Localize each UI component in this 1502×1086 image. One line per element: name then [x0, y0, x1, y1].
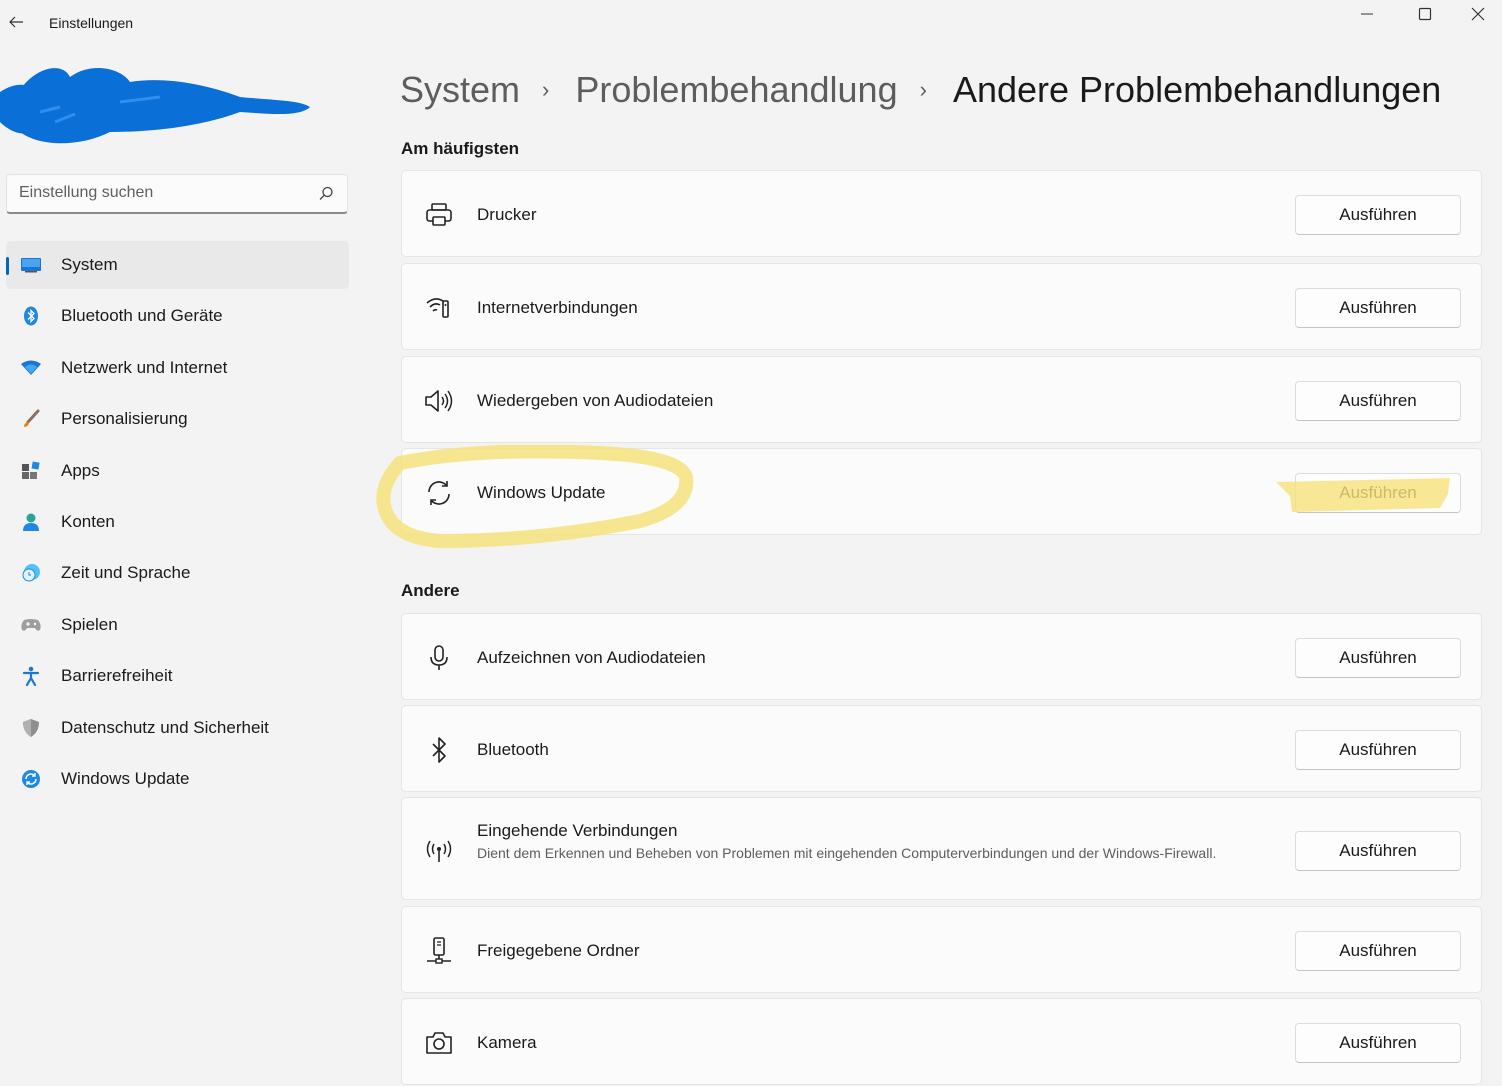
sidebar-item-bluetooth[interactable]: Bluetooth und Geräte [6, 292, 349, 340]
breadcrumb-system[interactable]: System [400, 69, 520, 111]
gamepad-icon [20, 615, 42, 635]
shield-icon [20, 718, 42, 738]
sidebar-item-label: Zeit und Sprache [61, 563, 191, 583]
troubleshooter-audio-playback: Wiedergeben von Audiodateien Ausführen [401, 356, 1482, 443]
run-button-printer[interactable]: Ausführen [1295, 195, 1461, 235]
broadcast-icon [424, 836, 454, 866]
troubleshooter-title: Drucker [477, 205, 537, 224]
sidebar-item-label: Bluetooth und Geräte [61, 306, 223, 326]
breadcrumb-separator: › [919, 77, 927, 102]
wifi-icon [20, 358, 42, 378]
troubleshooter-title: Internetverbindungen [477, 298, 638, 317]
troubleshooter-bluetooth: Bluetooth Ausführen [401, 705, 1482, 792]
sidebar-item-label: Apps [61, 460, 100, 480]
run-button-audio-playback[interactable]: Ausführen [1295, 381, 1461, 421]
troubleshooter-shared-folders: Freigegebene Ordner Ausführen [401, 906, 1482, 993]
app-title: Einstellungen [49, 15, 134, 31]
run-button-incoming-connections[interactable]: Ausführen [1295, 831, 1461, 871]
section-title-most-common: Am häufigsten [401, 139, 520, 158]
troubleshooter-description: Dient dem Erkennen und Beheben von Probl… [477, 845, 1217, 861]
troubleshooter-title: Bluetooth [477, 740, 549, 759]
sidebar-item-label: Datenschutz und Sicherheit [61, 717, 269, 737]
maximize-button[interactable] [1396, 0, 1454, 28]
account-redaction [0, 52, 320, 152]
sidebar-item-time-language[interactable]: Zeit und Sprache [6, 549, 349, 597]
search-box[interactable] [6, 174, 348, 214]
troubleshooter-title: Kamera [477, 1033, 537, 1052]
troubleshooter-audio-recording: Aufzeichnen von Audiodateien Ausführen [401, 613, 1482, 700]
printer-icon [424, 200, 454, 230]
system-icon [20, 255, 42, 275]
sidebar-item-privacy-security[interactable]: Datenschutz und Sicherheit [6, 704, 349, 752]
sidebar-item-gaming[interactable]: Spielen [6, 601, 349, 649]
close-button[interactable] [1454, 0, 1502, 28]
maximize-icon [1418, 7, 1432, 21]
account-icon [20, 512, 42, 532]
breadcrumb: System › Problembehandlung › Andere Prob… [400, 68, 1441, 112]
sidebar-item-label: System [61, 255, 118, 274]
troubleshooter-title: Eingehende Verbindungen [477, 821, 678, 840]
sidebar-item-accounts[interactable]: Konten [6, 498, 349, 546]
troubleshooter-title: Windows Update [477, 483, 606, 502]
troubleshooter-title: Aufzeichnen von Audiodateien [477, 648, 706, 667]
refresh-icon [424, 478, 454, 508]
run-button-camera[interactable]: Ausführen [1295, 1023, 1461, 1063]
title-bar: Einstellungen [0, 0, 1502, 44]
close-icon [1471, 7, 1485, 21]
troubleshooter-incoming-connections: Eingehende Verbindungen Dient dem Erkenn… [401, 797, 1482, 900]
microphone-icon [424, 643, 454, 673]
sidebar-item-network[interactable]: Netzwerk und Internet [6, 344, 349, 392]
sidebar-item-label: Spielen [61, 614, 118, 634]
breadcrumb-troubleshoot[interactable]: Problembehandlung [575, 69, 897, 111]
minimize-button[interactable] [1338, 0, 1396, 28]
sidebar-item-label: Windows Update [61, 768, 190, 788]
sidebar-nav: System Bluetooth und Geräte Netzwerk und… [6, 241, 349, 806]
sidebar-item-windows-update[interactable]: Windows Update [6, 755, 349, 803]
run-button-audio-recording[interactable]: Ausführen [1295, 638, 1461, 678]
sidebar-item-label: Konten [61, 511, 115, 531]
speaker-icon [424, 386, 454, 416]
windows-update-icon [20, 769, 42, 789]
accessibility-icon [20, 666, 42, 687]
sidebar-item-label: Barrierefreiheit [61, 666, 173, 686]
sidebar-item-label: Netzwerk und Internet [61, 357, 228, 377]
troubleshooter-windows-update: Windows Update Ausführen [401, 448, 1482, 535]
active-indicator [6, 257, 9, 275]
apps-icon [20, 461, 42, 481]
section-title-other: Andere [401, 581, 460, 600]
brush-icon [20, 409, 42, 429]
search-icon[interactable] [317, 185, 335, 203]
sidebar-item-label: Personalisierung [61, 409, 188, 429]
sidebar-item-personalization[interactable]: Personalisierung [6, 395, 349, 443]
wifi-signal-icon [424, 293, 454, 323]
troubleshooter-printer: Drucker Ausführen [401, 170, 1482, 257]
run-button-shared-folders[interactable]: Ausführen [1295, 931, 1461, 971]
breadcrumb-separator: › [542, 77, 550, 102]
sidebar-item-accessibility[interactable]: Barrierefreiheit [6, 652, 349, 700]
minimize-icon [1361, 13, 1373, 15]
network-share-icon [424, 936, 454, 966]
page-title: Andere Problembehandlungen [952, 69, 1442, 110]
troubleshooter-title: Wiedergeben von Audiodateien [477, 391, 714, 410]
run-button-internet[interactable]: Ausführen [1295, 288, 1461, 328]
run-button-bluetooth[interactable]: Ausführen [1295, 730, 1461, 770]
back-arrow-icon [9, 16, 23, 28]
sidebar-item-system[interactable]: System [6, 241, 349, 289]
troubleshooter-internet: Internetverbindungen Ausführen [401, 263, 1482, 350]
search-input[interactable] [19, 175, 309, 211]
run-button-windows-update[interactable]: Ausführen [1295, 473, 1461, 513]
camera-icon [424, 1028, 454, 1058]
bluetooth-icon [424, 735, 454, 765]
sidebar-item-apps[interactable]: Apps [6, 447, 349, 495]
back-button[interactable] [4, 10, 28, 34]
clock-globe-icon [20, 563, 42, 583]
bluetooth-icon [20, 306, 42, 326]
troubleshooter-title: Freigegebene Ordner [477, 941, 640, 960]
troubleshooter-camera: Kamera Ausführen [401, 998, 1482, 1085]
